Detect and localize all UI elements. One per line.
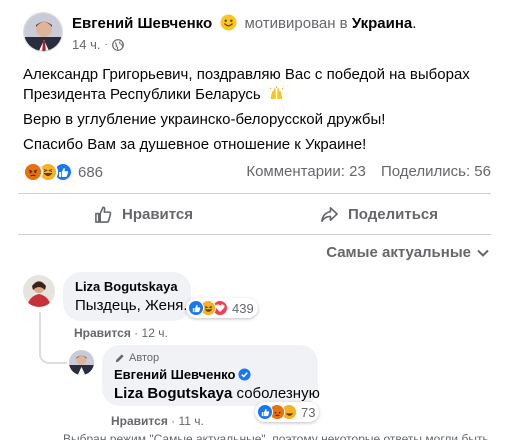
reply-thread-line: [39, 312, 67, 364]
reply-mention[interactable]: Liza Bogutskaya: [114, 385, 232, 402]
sort-mode-notice: Выбран режим "Самые актуальные", поэтому…: [63, 432, 489, 440]
author-badge: Автор: [114, 352, 306, 364]
facebook-post: Евгений Шевченко мотивирован в Украина. …: [0, 0, 509, 440]
verified-badge-icon: [238, 368, 251, 381]
share-arrow-icon: [321, 206, 338, 222]
like-icon: [257, 404, 273, 420]
reply-like-link[interactable]: Нравится: [111, 414, 168, 428]
reply-reaction-count: 73: [301, 404, 316, 420]
angry-icon: [23, 162, 43, 182]
like-button-label: Нравится: [122, 205, 194, 223]
comment-author[interactable]: Liza Bogutskaya: [75, 279, 179, 294]
reply-reactions[interactable]: 73: [255, 402, 320, 422]
globe-icon: [111, 38, 124, 51]
reply-text-body: соболезную: [236, 385, 320, 402]
comment-time[interactable]: 12 ч.: [142, 326, 168, 340]
comment-text: Пыздець, Женя.: [75, 297, 188, 314]
like-button[interactable]: Нравится: [94, 200, 193, 228]
comment-sort-dropdown[interactable]: Самые актуальные: [326, 244, 489, 261]
author-name[interactable]: Евгений Шевченко: [72, 15, 212, 32]
post-text-line-1: Александр Григорьевич, поздравляю Вас с …: [23, 66, 470, 83]
reply-time[interactable]: 11 ч.: [179, 414, 204, 428]
like-icon: [188, 300, 204, 316]
reply-separator: ·: [171, 414, 176, 428]
raising-hands-icon: [269, 86, 284, 101]
chevron-down-icon: [477, 249, 489, 257]
post-meta: 14 ч. ·: [72, 37, 124, 52]
post-stats: Комментарии: 23 Поделились: 56: [246, 163, 491, 180]
thumbs-up-icon: [95, 206, 112, 223]
feeling-text: мотивирован в: [244, 15, 348, 32]
comment-avatar[interactable]: [23, 275, 55, 307]
post-text-line-2-text: Президента Республики Беларусь: [23, 86, 261, 103]
comments-count-link[interactable]: Комментарии: 23: [246, 163, 366, 180]
comment-bubble: Liza Bogutskaya Пыздець, Женя.: [63, 272, 191, 321]
divider-bottom: [18, 234, 491, 235]
reply-text: Liza Bogutskaya соболезную: [114, 385, 320, 402]
meta-separator: ·: [104, 39, 108, 50]
share-button[interactable]: Поделиться: [320, 200, 438, 228]
share-button-label: Поделиться: [348, 205, 439, 223]
smiling-face-icon: [220, 14, 237, 31]
author-avatar[interactable]: [23, 12, 63, 52]
comment-reactions[interactable]: 439: [186, 298, 258, 318]
shares-count-link[interactable]: Поделились: 56: [381, 163, 491, 180]
pen-icon: [115, 353, 124, 362]
post-time[interactable]: 14 ч.: [72, 37, 100, 52]
divider-top: [18, 193, 491, 194]
reaction-count: 686: [78, 163, 104, 181]
sort-label: Самые актуальные: [326, 244, 471, 261]
author-badge-label: Автор: [129, 352, 160, 364]
reply-bubble: Автор Евгений Шевченко Liza Bogutskaya с…: [102, 345, 320, 406]
reaction-summary[interactable]: 686: [23, 162, 103, 182]
post-text-line-2: Президента Республики Беларусь: [23, 85, 284, 105]
post-text-line-4: Спасибо Вам за душевное отношение к Укра…: [23, 136, 367, 153]
post-header-line: Евгений Шевченко мотивирован в Украина.: [72, 14, 416, 32]
comment-reaction-count: 439: [232, 300, 254, 316]
post-text-line-3: Верю в углубление украинско-белорусской …: [23, 111, 386, 128]
reply-avatar[interactable]: [69, 350, 94, 375]
comment-like-link[interactable]: Нравится: [74, 326, 131, 340]
comment-actions: Нравится · 12 ч.: [74, 326, 168, 340]
location-link[interactable]: Украина: [352, 15, 412, 32]
comment-separator: ·: [134, 326, 139, 340]
reply-author[interactable]: Евгений Шевченко: [114, 367, 306, 382]
reply-actions: Нравится · 11 ч.: [111, 414, 204, 428]
location-suffix: .: [412, 15, 417, 32]
